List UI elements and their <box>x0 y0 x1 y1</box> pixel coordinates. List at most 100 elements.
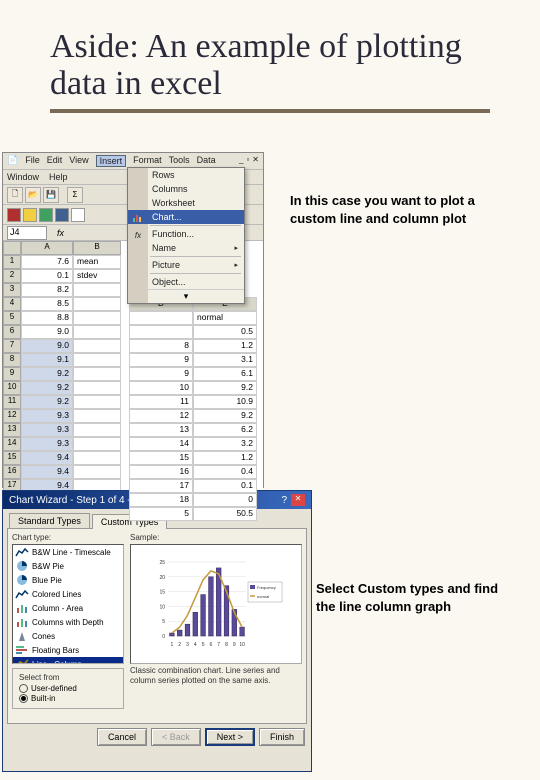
cell[interactable] <box>73 395 121 409</box>
row-header[interactable]: 5 <box>3 311 21 325</box>
wizard-help-icon[interactable]: ? <box>281 495 287 506</box>
close-icon[interactable]: ✕ <box>252 155 259 167</box>
cell[interactable]: 0.1 <box>21 269 73 283</box>
row-header[interactable]: 16 <box>3 465 21 479</box>
tab-standard-types[interactable]: Standard Types <box>9 513 90 528</box>
row-header[interactable]: 7 <box>3 339 21 353</box>
cell[interactable]: 9.3 <box>21 437 73 451</box>
cell[interactable] <box>73 325 121 339</box>
open-icon[interactable]: 📂 <box>25 187 41 203</box>
cell[interactable]: 9.2 <box>21 367 73 381</box>
row-header[interactable]: 3 <box>3 283 21 297</box>
cell[interactable] <box>73 283 121 297</box>
cell[interactable] <box>73 451 121 465</box>
chart-type-item[interactable]: Blue Pie <box>13 573 123 587</box>
finish-button[interactable]: Finish <box>259 728 305 746</box>
cell[interactable]: 11 <box>129 395 193 409</box>
color-yellow-icon[interactable] <box>23 208 37 222</box>
col-header-b[interactable]: B <box>73 241 121 255</box>
menu-item-name[interactable]: Name▸ <box>128 241 244 255</box>
cell[interactable]: 18 <box>129 493 193 507</box>
menu-item-function[interactable]: fx Function... <box>128 227 244 241</box>
cell[interactable]: 9.0 <box>21 325 73 339</box>
cell[interactable]: 0.4 <box>193 465 257 479</box>
select-all-corner[interactable] <box>3 241 21 255</box>
menu-file[interactable]: File <box>25 155 40 167</box>
cell[interactable]: 8.2 <box>21 283 73 297</box>
row-header[interactable]: 13 <box>3 423 21 437</box>
chart-type-item[interactable]: B&W Line - Timescale <box>13 545 123 559</box>
new-icon[interactable]: 🗋 <box>7 187 23 203</box>
cell[interactable]: 3.1 <box>193 353 257 367</box>
cell[interactable] <box>129 325 193 339</box>
cell[interactable]: 16 <box>129 465 193 479</box>
cell[interactable]: 9.3 <box>21 423 73 437</box>
menu-edit[interactable]: Edit <box>47 155 63 167</box>
menu-data[interactable]: Data <box>197 155 216 167</box>
row-header[interactable]: 6 <box>3 325 21 339</box>
cell[interactable]: 9.4 <box>21 465 73 479</box>
cell[interactable]: 8.5 <box>21 297 73 311</box>
menu-insert[interactable]: Insert <box>96 155 127 167</box>
row-header[interactable]: 10 <box>3 381 21 395</box>
cell[interactable] <box>73 339 121 353</box>
cell[interactable]: 8 <box>129 339 193 353</box>
cell[interactable]: 9 <box>129 367 193 381</box>
menu-item-picture[interactable]: Picture▸ <box>128 258 244 272</box>
color-blue-icon[interactable] <box>55 208 69 222</box>
chart-type-item[interactable]: Floating Bars <box>13 643 123 657</box>
cell[interactable]: 14 <box>129 437 193 451</box>
cell[interactable]: 0.5 <box>193 325 257 339</box>
row-header[interactable]: 8 <box>3 353 21 367</box>
cell[interactable]: normal <box>193 311 257 325</box>
row-header[interactable]: 12 <box>3 409 21 423</box>
sum-icon[interactable]: Σ <box>67 187 83 203</box>
worksheet-right-columns[interactable]: DEnormal0.581.293.196.1109.21110.9129.21… <box>129 297 257 521</box>
cancel-button[interactable]: Cancel <box>97 728 147 746</box>
radio-user-defined[interactable]: User-defined <box>19 684 117 693</box>
cell[interactable] <box>73 311 121 325</box>
name-box[interactable]: J4 <box>7 226 47 240</box>
cell[interactable]: 1.2 <box>193 339 257 353</box>
cell[interactable]: 9.2 <box>21 381 73 395</box>
cell[interactable]: 8.8 <box>21 311 73 325</box>
color-green-icon[interactable] <box>39 208 53 222</box>
cell[interactable] <box>73 297 121 311</box>
radio-icon[interactable] <box>19 684 28 693</box>
cell[interactable]: 15 <box>129 451 193 465</box>
chart-type-item[interactable]: B&W Pie <box>13 559 123 573</box>
radio-built-in[interactable]: Built-in <box>19 694 117 703</box>
cell[interactable]: stdev <box>73 269 121 283</box>
row-header[interactable]: 4 <box>3 297 21 311</box>
menu-item-rows[interactable]: Rows <box>128 168 244 182</box>
maximize-icon[interactable]: ▫ <box>246 155 249 167</box>
insert-menu-popup[interactable]: Rows Columns Worksheet Chart... fx Funct… <box>127 167 245 304</box>
col-header-a[interactable]: A <box>21 241 73 255</box>
chart-type-list[interactable]: B&W Line - TimescaleB&W PieBlue PieColor… <box>12 544 124 664</box>
cell[interactable]: 9.2 <box>193 381 257 395</box>
radio-icon[interactable] <box>19 694 28 703</box>
chart-type-item[interactable]: Columns with Depth <box>13 615 123 629</box>
row-header[interactable]: 9 <box>3 367 21 381</box>
cell[interactable]: 6.1 <box>193 367 257 381</box>
formula-fx-icon[interactable]: fx <box>57 228 64 238</box>
cell[interactable]: 10 <box>129 381 193 395</box>
row-header[interactable]: 11 <box>3 395 21 409</box>
cell[interactable] <box>73 409 121 423</box>
cell[interactable]: 50.5 <box>193 507 257 521</box>
cell[interactable]: 9.3 <box>21 409 73 423</box>
row-header[interactable]: 14 <box>3 437 21 451</box>
menu-item-chart[interactable]: Chart... <box>128 210 244 224</box>
menu-window[interactable]: Window <box>7 172 39 182</box>
menu-item-columns[interactable]: Columns <box>128 182 244 196</box>
cell[interactable]: 1.2 <box>193 451 257 465</box>
cell[interactable]: 3.2 <box>193 437 257 451</box>
back-button[interactable]: < Back <box>151 728 201 746</box>
row-header[interactable]: 15 <box>3 451 21 465</box>
menu-view[interactable]: View <box>69 155 88 167</box>
cell[interactable]: 0 <box>193 493 257 507</box>
cell[interactable] <box>73 423 121 437</box>
cell[interactable] <box>73 465 121 479</box>
wizard-close-icon[interactable]: ✕ <box>291 494 305 506</box>
cell[interactable]: 17 <box>129 479 193 493</box>
